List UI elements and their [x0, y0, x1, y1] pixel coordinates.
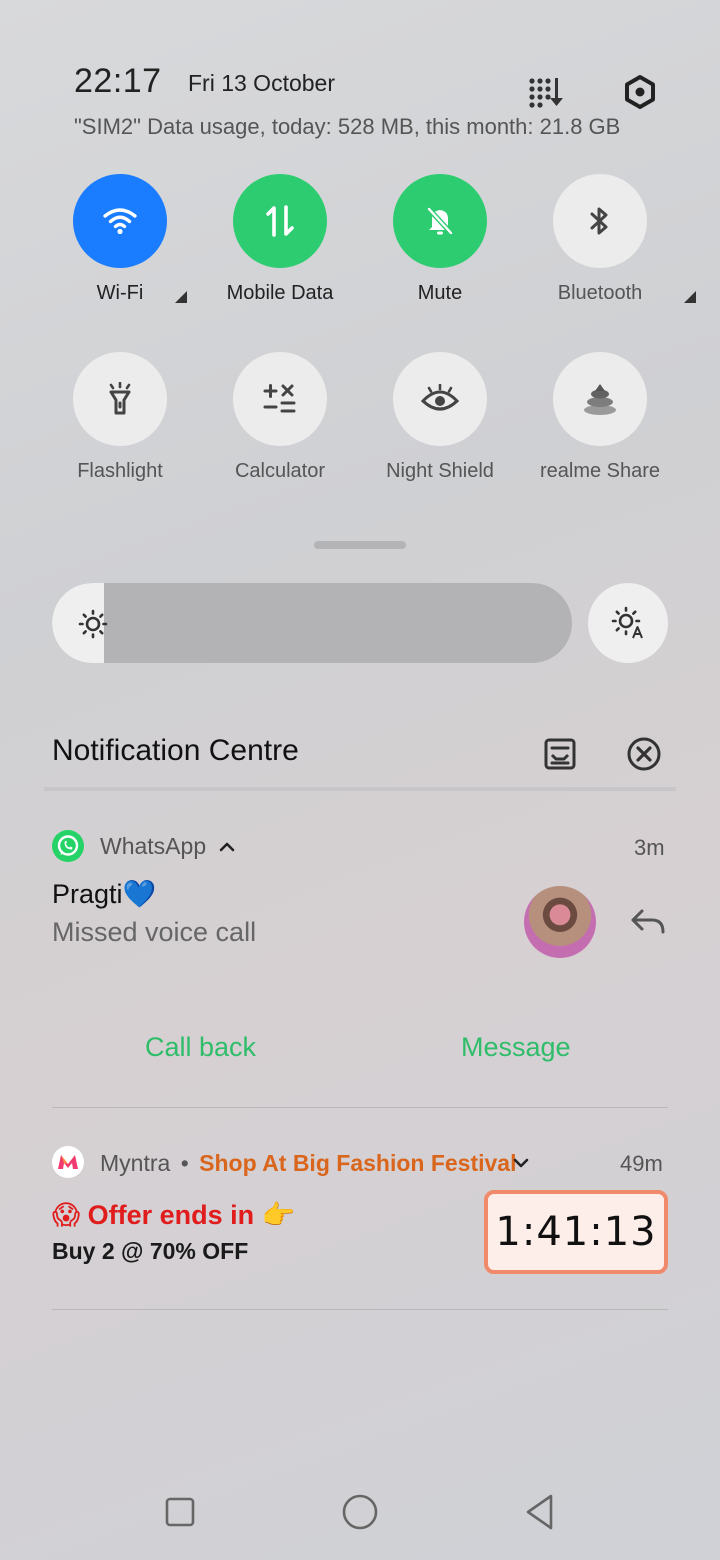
deal-text: Buy 2 @ 70% OFF — [52, 1238, 249, 1264]
drag-handle[interactable] — [314, 541, 406, 549]
mute-bell-icon — [393, 174, 487, 268]
flashlight-icon — [73, 352, 167, 446]
brightness-slider[interactable] — [52, 583, 572, 663]
tile-label-calculator: Calculator — [234, 460, 326, 482]
tile-flashlight[interactable]: Flashlight — [40, 352, 200, 502]
notification-centre-title: Notification Centre — [52, 734, 299, 767]
tile-label-wifi: Wi-Fi — [97, 282, 187, 305]
circle-icon — [342, 1494, 378, 1530]
tile-label-realme-share: realme Share — [539, 460, 661, 482]
notification-centre-divider — [44, 787, 676, 791]
tile-mobile-data[interactable]: Mobile Data — [200, 174, 360, 324]
tile-night-shield[interactable]: Night Shield — [360, 352, 520, 502]
notification-divider — [52, 1309, 668, 1310]
wifi-icon — [73, 174, 167, 268]
mobile-data-icon — [233, 174, 327, 268]
eye-icon — [393, 352, 487, 446]
notification-divider — [52, 1107, 668, 1108]
back-button[interactable] — [518, 1490, 562, 1534]
offer-ends-text: 😱 Offer ends in 👉 — [52, 1200, 296, 1230]
edit-tiles-grid-icon[interactable] — [524, 70, 568, 114]
realme-share-icon — [553, 352, 647, 446]
notification-manage-icon[interactable] — [542, 736, 578, 772]
chevron-down-icon[interactable] — [510, 1152, 532, 1174]
tile-label-bluetooth: Bluetooth — [558, 282, 696, 305]
square-icon — [165, 1497, 195, 1527]
myntra-time: 49m — [620, 1151, 663, 1176]
clock-time: 22:17 — [74, 62, 162, 100]
call-back-button[interactable]: Call back — [145, 1032, 256, 1063]
message-button[interactable]: Message — [461, 1032, 571, 1063]
back-triangle-icon — [526, 1494, 553, 1530]
myntra-promo-title: Shop At Big Fashion Festival — [199, 1150, 517, 1176]
myntra-logo-icon — [52, 1146, 84, 1178]
whatsapp-time: 3m — [634, 835, 665, 860]
data-usage-text: "SIM2" Data usage, today: 528 MB, this m… — [74, 114, 621, 139]
countdown-timer: 1:41:13 — [484, 1190, 668, 1274]
tile-realme-share[interactable]: realme Share — [520, 352, 680, 502]
chevron-up-icon[interactable] — [216, 836, 238, 858]
settings-gear-icon[interactable] — [618, 70, 662, 114]
myntra-header: Myntra • Shop At Big Fashion Festival — [100, 1150, 516, 1177]
tile-calculator[interactable]: Calculator — [200, 352, 360, 502]
whatsapp-message: Missed voice call — [52, 917, 257, 947]
tile-bluetooth[interactable]: Bluetooth — [520, 174, 696, 324]
auto-brightness-button[interactable] — [588, 583, 668, 663]
recent-apps-button[interactable] — [160, 1492, 200, 1532]
tile-mute[interactable]: Mute — [360, 174, 520, 324]
myntra-app-name: Myntra — [100, 1150, 171, 1176]
whatsapp-contact-name: Pragti💙 — [52, 879, 157, 909]
home-button[interactable] — [338, 1490, 382, 1534]
whatsapp-logo-icon — [52, 830, 84, 862]
separator-dot: • — [180, 1150, 189, 1176]
tile-label-mobile-data: Mobile Data — [226, 282, 334, 304]
date-text: Fri 13 October — [188, 70, 335, 96]
brightness-sun-icon — [78, 609, 108, 644]
bluetooth-icon — [553, 174, 647, 268]
tile-label-flashlight: Flashlight — [77, 460, 163, 482]
whatsapp-app-name: WhatsApp — [100, 833, 207, 859]
tile-wifi[interactable]: Wi-Fi — [40, 174, 200, 324]
auto-brightness-icon — [611, 606, 643, 639]
contact-avatar — [524, 886, 596, 958]
expand-triangle-icon[interactable] — [174, 291, 187, 303]
tile-label-night-shield: Night Shield — [386, 460, 494, 482]
tile-label-mute: Mute — [417, 282, 463, 304]
calculator-icon — [233, 352, 327, 446]
clear-all-icon[interactable] — [625, 735, 663, 773]
expand-triangle-icon[interactable] — [683, 291, 696, 303]
reply-icon[interactable] — [628, 906, 668, 938]
